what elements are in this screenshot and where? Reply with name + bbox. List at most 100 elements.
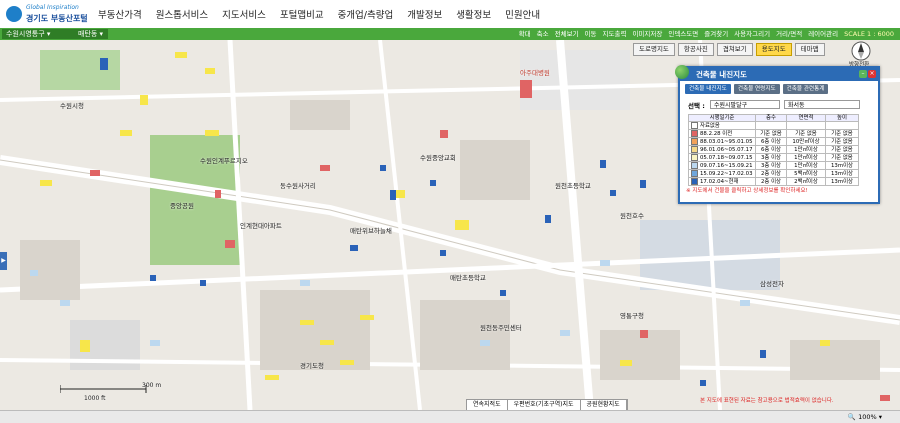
cell: 2층 이상 [755,177,787,186]
tab-age-map[interactable]: 건축물 연령지도 [733,84,780,94]
table-row: 15.09.22~17.02.03 2층 이상 5백㎡이상 13m이상 [688,169,859,178]
map-label: 동수원사거리 [280,180,316,190]
tool-zoom-in[interactable]: 확대 [519,28,531,40]
sidebar-toggle-button[interactable]: ▶ [0,252,7,270]
map-label-text: 수원중앙교회 [420,154,456,162]
nav-item[interactable]: 포털맵비교 [280,7,324,21]
map-label-text: 인계현대아파트 [240,222,282,230]
scale-label-m: 300 m [142,382,162,389]
district-select[interactable]: 수원시영통구 ▾ [2,29,74,39]
tool-layers[interactable]: 레이어관리 [808,28,838,40]
tool-pan[interactable]: 이동 [585,28,597,40]
dong-select[interactable]: 화서동 [784,100,860,109]
city-select[interactable]: 수원시팔달구 [710,100,780,109]
legend-swatch [691,154,698,161]
close-icon[interactable]: × [868,70,876,78]
tool-print[interactable]: 지도출력 [603,28,627,40]
cell: 자료없음 [700,123,720,129]
dong-select[interactable]: 매탄동 ▾ [74,29,108,39]
tool-measure[interactable]: 거리/면적 [776,28,802,40]
zoom-level[interactable]: 🔍 100% ▾ [848,411,882,423]
tab-zoning-map[interactable]: 용도지도 [755,43,792,56]
tool-index-map[interactable]: 인덱스도면 [668,28,698,40]
panel-tabs: 건축물 내진지도 건축물 연령지도 건축물 관련통계 [685,84,831,94]
map-type-tabs: 도로명지도 항공사진 겹쳐보기 용도지도 테마맵 [633,43,828,56]
nav-item[interactable]: 민원안내 [505,7,540,21]
nav-item[interactable]: 생활정보 [456,7,491,21]
cell: 5백㎡이상 [786,169,826,178]
map-label-text: 수원인계푸르지오 [200,157,248,165]
map-tools: 확대 축소 전체보기 이동 지도출력 이미지저장 인덱스도면 즐겨찾기 사용자그… [513,28,894,40]
tab-statistics[interactable]: 건축물 관련통계 [782,84,829,94]
cell: 09.07.16~15.09.21 [700,163,753,169]
map-label-text: 영통구청 [620,312,644,320]
nav-item[interactable]: 지도서비스 [222,7,266,21]
map-label: 수원시청 [60,100,84,110]
tab-road-map[interactable]: 도로명지도 [633,43,675,56]
legend-swatch [691,162,698,169]
map-label-text: 매탄초등학교 [450,274,486,282]
cell: 88.03.01~95.01.05 [700,139,753,145]
layer-toggle-parks[interactable]: 공원현황지도 [581,400,627,410]
city-select-value: 수원시팔달구 [714,102,748,109]
minimize-icon[interactable]: – [859,70,867,78]
district-value: 수원시영통구 [6,30,45,38]
legend-swatch [691,122,698,129]
tool-zoom-out[interactable]: 축소 [537,28,549,40]
map-label: 매탄위브하늘채 [350,225,392,235]
chevron-right-icon: ▶ [1,257,6,264]
site-header: Global Inspiration 경기도 부동산포털 부동산가격 원스톱서비… [0,0,900,29]
cell: 88.2.28 이전 [700,131,733,137]
panel-titlebar[interactable]: 건축물 내진지도 [680,68,878,81]
tool-save-image[interactable]: 이미지저장 [632,28,662,40]
table-row: 88.03.01~95.01.05 6층 이상 10만㎡이상 기준 없음 [688,137,859,146]
cell [786,121,826,130]
dong-select-value: 화서동 [788,102,805,109]
table-row: 05.07.18~09.07.15 3층 이상 1만㎡이상 기준 없음 [688,153,859,162]
cell: 13m이상 [825,177,859,186]
table-header-row: 시행일기준 층수 연면적 높이 [688,114,859,122]
tab-seismic-map[interactable]: 건축물 내진지도 [685,84,731,94]
seismic-legend-table: 시행일기준 층수 연면적 높이 자료없음 88.2.28 이전 기준 없음 기준 없… [688,114,859,186]
compass-icon[interactable] [850,40,872,62]
scale-readout: SCALE 1 : 6000 [844,30,894,38]
nav-item[interactable]: 중개업/측량업 [338,7,394,21]
cell: 15.09.22~17.02.03 [700,171,753,177]
region-selector: 선택 : 수원시팔달구 화서동 [688,100,868,110]
tab-overlay[interactable]: 겹쳐보기 [716,43,753,56]
layer-toggle-postal[interactable]: 우편번호(기초구역)지도 [508,400,581,410]
globe-icon [675,65,689,79]
logo-icon [6,6,22,22]
layer-toggle-cadastral[interactable]: 연속지적도 [467,400,508,410]
table-row: 96.01.06~05.07.17 6층 이상 1만㎡이상 기준 없음 [688,145,859,154]
tool-favorites[interactable]: 즐겨찾기 [704,28,728,40]
col-header: 연면적 [786,114,826,122]
tab-theme-map[interactable]: 테마맵 [794,43,825,56]
map-label-text: 매탄위브하늘채 [350,227,392,235]
map-label: 영통구청 [620,310,644,320]
nav-item[interactable]: 원스톱서비스 [156,7,208,21]
table-row: 88.2.28 이전 기준 없음 기준 없음 기준 없음 [688,129,859,138]
zoom-value: 100% [858,413,877,421]
nav-item[interactable]: 부동산가격 [98,7,142,21]
region-select-label: 선택 : [688,102,705,110]
map-label: 원천호수 [620,210,644,220]
map-label-text: 아주대병원 [520,69,550,77]
legend-swatch [691,138,698,145]
map-label: 경기도청 [300,360,324,370]
table-row: 09.07.16~15.09.21 3층 이상 1만㎡이상 13m이상 [688,161,859,170]
map-label: 수원중앙교회 [420,152,456,162]
main-nav: 부동산가격 원스톱서비스 지도서비스 포털맵비교 중개업/측량업 개발정보 생활… [98,7,554,21]
table-row: 자료없음 [688,121,859,130]
cell: 10만㎡이상 [786,137,826,146]
map-label: 인계현대아파트 [240,220,282,230]
browser-status-bar: 🔍 100% ▾ [0,410,900,423]
legend-swatch [691,146,698,153]
tool-draw[interactable]: 사용자그리기 [734,28,770,40]
nav-item[interactable]: 개발정보 [407,7,442,21]
logo[interactable]: Global Inspiration 경기도 부동산포털 [6,2,88,26]
cell: 13m이상 [825,161,859,170]
map-label: 아주대병원 [520,67,550,77]
tab-aerial[interactable]: 항공사진 [677,43,714,56]
tool-full-view[interactable]: 전체보기 [555,28,579,40]
